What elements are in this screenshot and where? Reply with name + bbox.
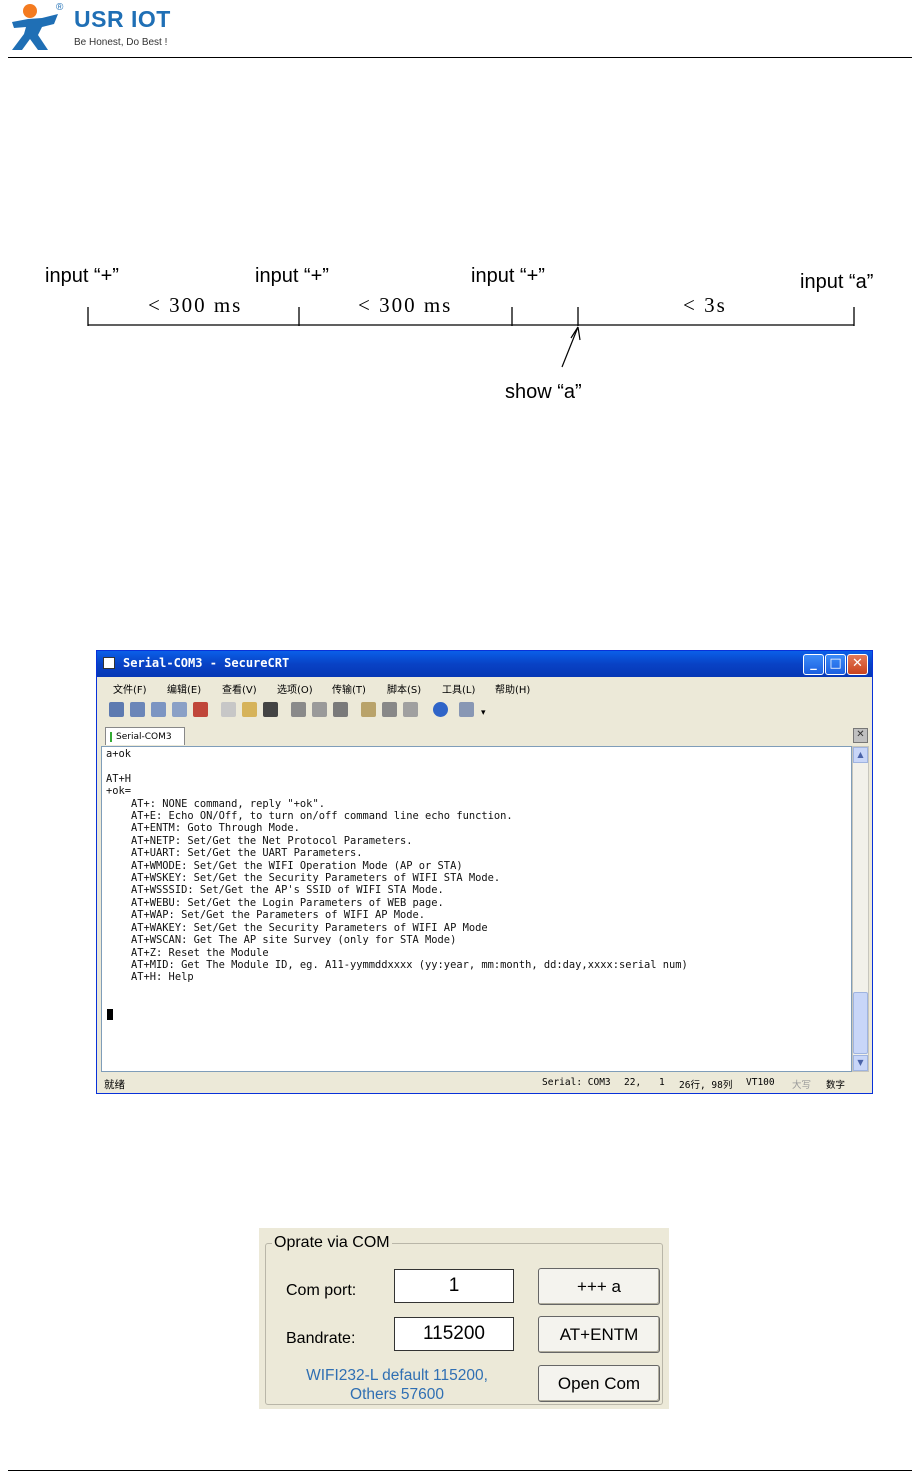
- com-port-label: Com port:: [286, 1282, 357, 1299]
- timing-diagram: input “+” input “+” input “+” input “a” …: [40, 255, 920, 415]
- terminal-line: AT+NETP: Set/Get the Net Protocol Parame…: [106, 834, 413, 847]
- plus-plus-plus-a-button[interactable]: +++ a: [538, 1268, 660, 1305]
- keymap-icon[interactable]: [403, 702, 418, 717]
- bandrate-label: Bandrate:: [286, 1330, 356, 1347]
- menu-tools[interactable]: 工具(L): [442, 681, 475, 696]
- terminal-output[interactable]: a+ok AT+H +ok= AT+: NONE command, reply "…: [101, 746, 852, 1072]
- sftp-icon[interactable]: [459, 702, 474, 717]
- terminal-line: a+ok: [106, 748, 132, 760]
- terminal-line: AT+UART: Set/Get the UART Parameters.: [106, 847, 363, 860]
- connect-tab-icon[interactable]: [151, 702, 166, 717]
- show-a-label: show “a”: [505, 381, 582, 403]
- reconnect-icon[interactable]: [172, 702, 187, 717]
- status-ready: 就绪: [104, 1079, 125, 1091]
- app-icon[interactable]: [103, 657, 115, 669]
- terminal-line: +ok=: [106, 785, 132, 798]
- bandrate-note-line1: WIFI232-L default 115200,: [306, 1367, 488, 1384]
- quick-connect-icon[interactable]: [130, 702, 145, 717]
- interval-label-3: < 3s: [683, 293, 727, 317]
- terminal-line: AT+WSSSID: Set/Get the AP's SSID of WIFI…: [106, 884, 444, 897]
- terminal-line: AT+WSKEY: Set/Get the Security Parameter…: [106, 872, 501, 885]
- terminal-scrollbar[interactable]: ▲ ▼: [852, 746, 869, 1072]
- interval-label-1: < 300 ms: [148, 293, 243, 317]
- toolbar: ▾: [97, 698, 872, 722]
- input-a-label: input “a”: [800, 271, 874, 293]
- scroll-down-icon[interactable]: ▼: [853, 1055, 868, 1071]
- terminal-line: AT+Z: Reset the Module: [106, 946, 269, 959]
- terminal-line: AT+ENTM: Goto Through Mode.: [106, 822, 300, 835]
- bandrate-note-line2: Others 57600: [350, 1386, 444, 1403]
- menu-options[interactable]: 选项(O): [277, 681, 313, 696]
- com-port-input[interactable]: 1: [394, 1269, 514, 1303]
- status-cursor-col: 1: [659, 1077, 665, 1088]
- brand-name: USR IOT: [74, 6, 171, 32]
- menu-edit[interactable]: 编辑(E): [167, 681, 201, 696]
- terminal-line: AT+H: [106, 772, 132, 785]
- status-caps: 大写: [792, 1080, 812, 1091]
- status-port: Serial: COM3: [542, 1077, 611, 1088]
- window-titlebar[interactable]: Serial-COM3 - SecureCRT _ □ ✕: [97, 651, 872, 677]
- global-options-icon[interactable]: [382, 702, 397, 717]
- minimize-button[interactable]: _: [803, 654, 824, 675]
- session-options-icon[interactable]: [361, 702, 376, 717]
- terminal-line: AT+E: Echo ON/Off, to turn on/off comman…: [106, 810, 513, 823]
- input-plus-label-1: input “+”: [45, 265, 119, 287]
- input-plus-label-3: input “+”: [471, 265, 545, 287]
- header-divider: [8, 57, 912, 58]
- copy-icon[interactable]: [221, 702, 236, 717]
- interval-label-2: < 300 ms: [358, 293, 453, 317]
- status-cursor-row: 22,: [624, 1077, 642, 1088]
- tab-serial-com3[interactable]: Serial-COM3: [105, 727, 185, 745]
- window-title: Serial-COM3 - SecureCRT: [123, 656, 290, 670]
- paste-icon[interactable]: [242, 702, 257, 717]
- menu-file[interactable]: 文件(F): [113, 681, 147, 696]
- printer-setup-icon[interactable]: [333, 702, 348, 717]
- find-icon[interactable]: [263, 702, 278, 717]
- footer-divider: [8, 1470, 912, 1471]
- maximize-button[interactable]: □: [825, 654, 846, 675]
- menu-script[interactable]: 脚本(S): [387, 681, 421, 696]
- print-icon[interactable]: [291, 702, 306, 717]
- terminal-line: AT+WAP: Set/Get the Parameters of WIFI A…: [106, 909, 426, 922]
- open-com-button[interactable]: Open Com: [538, 1365, 660, 1402]
- terminal-line: AT+WMODE: Set/Get the WIFI Operation Mod…: [106, 859, 463, 872]
- connect-icon[interactable]: [109, 702, 124, 717]
- scroll-thumb[interactable]: [853, 992, 868, 1054]
- terminal-line: AT+H: Help: [106, 971, 194, 984]
- terminal-text: a+ok AT+H +ok= AT+: NONE command, reply "…: [106, 748, 688, 984]
- terminal-cursor: [107, 1009, 113, 1020]
- status-size: 26行, 98列: [679, 1080, 733, 1091]
- terminal-line: AT+: NONE command, reply "+ok".: [106, 797, 325, 810]
- terminal-line: AT+WAKEY: Set/Get the Security Parameter…: [106, 921, 488, 934]
- terminal-line: AT+WEBU: Set/Get the Login Parameters of…: [106, 896, 444, 909]
- com-groupbox-legend: Oprate via COM: [272, 1234, 392, 1252]
- session-tab-bar: Serial-COM3 ✕: [101, 725, 868, 745]
- com-operation-panel: Oprate via COM Com port: 1 Bandrate: 115…: [259, 1228, 669, 1409]
- scroll-up-icon[interactable]: ▲: [853, 747, 868, 763]
- status-bar: 就绪 Serial: COM3 22, 1 26行, 98列 VT100 大写 …: [97, 1073, 872, 1093]
- registered-mark: ®: [56, 2, 64, 13]
- menu-view[interactable]: 查看(V): [222, 681, 257, 696]
- input-plus-label-2: input “+”: [255, 265, 329, 287]
- status-emulation: VT100: [746, 1077, 775, 1088]
- menu-bar: 文件(F) 编辑(E) 查看(V) 选项(O) 传输(T) 脚本(S) 工具(L…: [97, 678, 872, 697]
- status-num: 数字: [826, 1080, 846, 1091]
- disconnect-icon[interactable]: [193, 702, 208, 717]
- terminal-line: AT+MID: Get The Module ID, eg. A11-yymmd…: [106, 958, 688, 971]
- help-icon[interactable]: [433, 702, 448, 717]
- menu-help[interactable]: 帮助(H): [495, 681, 530, 696]
- bandrate-input[interactable]: 115200: [394, 1317, 514, 1351]
- tab-close-icon[interactable]: ✕: [853, 728, 868, 743]
- brand-slogan: Be Honest, Do Best !: [74, 37, 168, 48]
- print-selection-icon[interactable]: [312, 702, 327, 717]
- menu-transfer[interactable]: 传输(T): [332, 681, 366, 696]
- terminal-line: AT+WSCAN: Get The AP site Survey (only f…: [106, 934, 457, 947]
- toolbar-overflow-icon[interactable]: ▾: [481, 708, 486, 718]
- close-button[interactable]: ✕: [847, 654, 868, 675]
- at-entm-button[interactable]: AT+ENTM: [538, 1316, 660, 1353]
- securecrt-window: Serial-COM3 - SecureCRT _ □ ✕ 文件(F) 编辑(E…: [96, 650, 873, 1094]
- usr-iot-logo: ® USR IOT Be Honest, Do Best !: [8, 2, 178, 54]
